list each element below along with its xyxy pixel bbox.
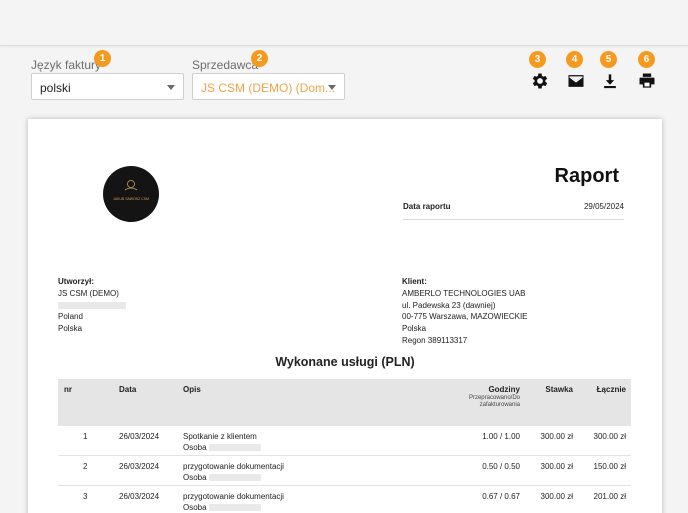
table-header: nr Data Opis Godziny Przepracowano/Do za… [58, 379, 631, 426]
badge-5: 5 [600, 51, 617, 68]
seller-label: Sprzedawca [192, 58, 259, 72]
cell-data: 26/03/2024 [119, 492, 160, 501]
creator-heading: Utworzył: [58, 277, 94, 286]
col-nr: nr [64, 385, 72, 394]
logo-mark-icon [124, 180, 138, 191]
cell-opis-text: przygotowanie dokumentacji [183, 492, 284, 501]
cell-opis: przygotowanie dokumentacji Osoba [183, 461, 284, 483]
cell-lacznie: 300.00 zł [593, 432, 626, 441]
client-line: 00-775 Warszawa, MAZOWIECKIE [402, 312, 528, 322]
client-line: AMBERLO TECHNOLOGIES UAB [402, 288, 526, 298]
cell-nr: 1 [83, 432, 88, 441]
badge-6: 6 [638, 51, 655, 68]
cell-osoba-label: Osoba [183, 503, 207, 512]
cell-stawka: 300.00 zł [540, 492, 573, 501]
cell-osoba: Osoba [183, 472, 284, 483]
creator-line: Polska [58, 324, 83, 334]
cell-data: 26/03/2024 [119, 432, 160, 441]
badge-4: 4 [566, 51, 583, 68]
report-title: Raport [554, 165, 619, 187]
cell-stawka: 300.00 zł [540, 432, 573, 441]
cell-stawka: 300.00 zł [540, 462, 573, 471]
cell-opis: przygotowanie dokumentacji Osoba [183, 491, 284, 513]
cell-osoba-label: Osoba [183, 473, 207, 482]
badge-3: 3 [529, 51, 546, 68]
badge-2: 2 [251, 50, 268, 67]
cell-data: 26/03/2024 [119, 462, 160, 471]
cell-osoba-label: Osoba [183, 443, 207, 452]
creator-redacted [58, 300, 126, 312]
creator-line: Poland [58, 312, 83, 322]
creator-block: Utworzył: JS CSM (DEMO) Poland Polska [58, 276, 126, 335]
cell-godziny: 0.50 / 0.50 [482, 462, 520, 471]
print-icon[interactable] [637, 71, 657, 91]
cell-osoba: Osoba [183, 442, 261, 453]
report-document: JAKUB SAWOSZ CSM Raport Data raportu 29/… [28, 119, 662, 513]
client-block: Klient: AMBERLO TECHNOLOGIES UAB ul. Pad… [402, 276, 528, 347]
col-lacznie: Łącznie [596, 385, 626, 394]
report-date-row: Data raportu 29/05/2024 [403, 202, 624, 220]
report-date-label: Data raportu [403, 202, 451, 211]
cell-godziny: 0.67 / 0.67 [482, 492, 520, 501]
seller-value: JS CSM (DEMO) (Dom... [201, 81, 335, 95]
cell-lacznie: 201.00 zł [593, 492, 626, 501]
chevron-down-icon [328, 85, 336, 90]
top-bar [0, 0, 688, 46]
client-line: Regon 389113317 [402, 335, 468, 345]
client-heading: Klient: [402, 277, 427, 286]
company-logo: JAKUB SAWOSZ CSM [103, 166, 159, 222]
cell-godziny: 1.00 / 1.00 [482, 432, 520, 441]
mail-icon[interactable] [566, 71, 586, 91]
creator-name: JS CSM (DEMO) [58, 288, 119, 298]
col-opis: Opis [183, 385, 201, 394]
seller-select[interactable]: JS CSM (DEMO) (Dom... [192, 73, 345, 100]
client-line: ul. Padewska 23 (dawniej) [402, 300, 496, 310]
logo-text: JAKUB SAWOSZ CSM [112, 197, 150, 201]
cell-nr: 3 [83, 492, 88, 501]
cell-lacznie: 150.00 zł [593, 462, 626, 471]
cell-nr: 2 [83, 462, 88, 471]
col-data: Data [119, 385, 137, 394]
gear-icon[interactable] [530, 71, 550, 91]
cell-osoba: Osoba [183, 502, 284, 513]
download-icon[interactable] [600, 71, 620, 91]
chevron-down-icon [167, 85, 175, 90]
invoice-language-label: Język faktury [31, 58, 102, 72]
col-stawka: Stawka [545, 385, 573, 394]
col-godziny: Godziny [488, 385, 520, 394]
col-godziny-sub: zafakturowania [479, 402, 520, 408]
table-row: 1 26/03/2024 Spotkanie z klientem Osoba … [58, 426, 631, 456]
cell-opis: Spotkanie z klientem Osoba [183, 431, 261, 453]
invoice-language-select[interactable]: polski [31, 73, 184, 100]
services-title: Wykonane usługi (PLN) [275, 355, 415, 369]
invoice-language-value: polski [40, 81, 71, 95]
table-row: 3 26/03/2024 przygotowanie dokumentacji … [58, 486, 631, 513]
table-row: 2 26/03/2024 przygotowanie dokumentacji … [58, 456, 631, 486]
client-line: Polska [402, 324, 427, 334]
cell-opis-text: Spotkanie z klientem [183, 432, 257, 441]
report-date-value: 29/05/2024 [583, 202, 624, 211]
cell-opis-text: przygotowanie dokumentacji [183, 462, 284, 471]
badge-1: 1 [94, 50, 111, 67]
